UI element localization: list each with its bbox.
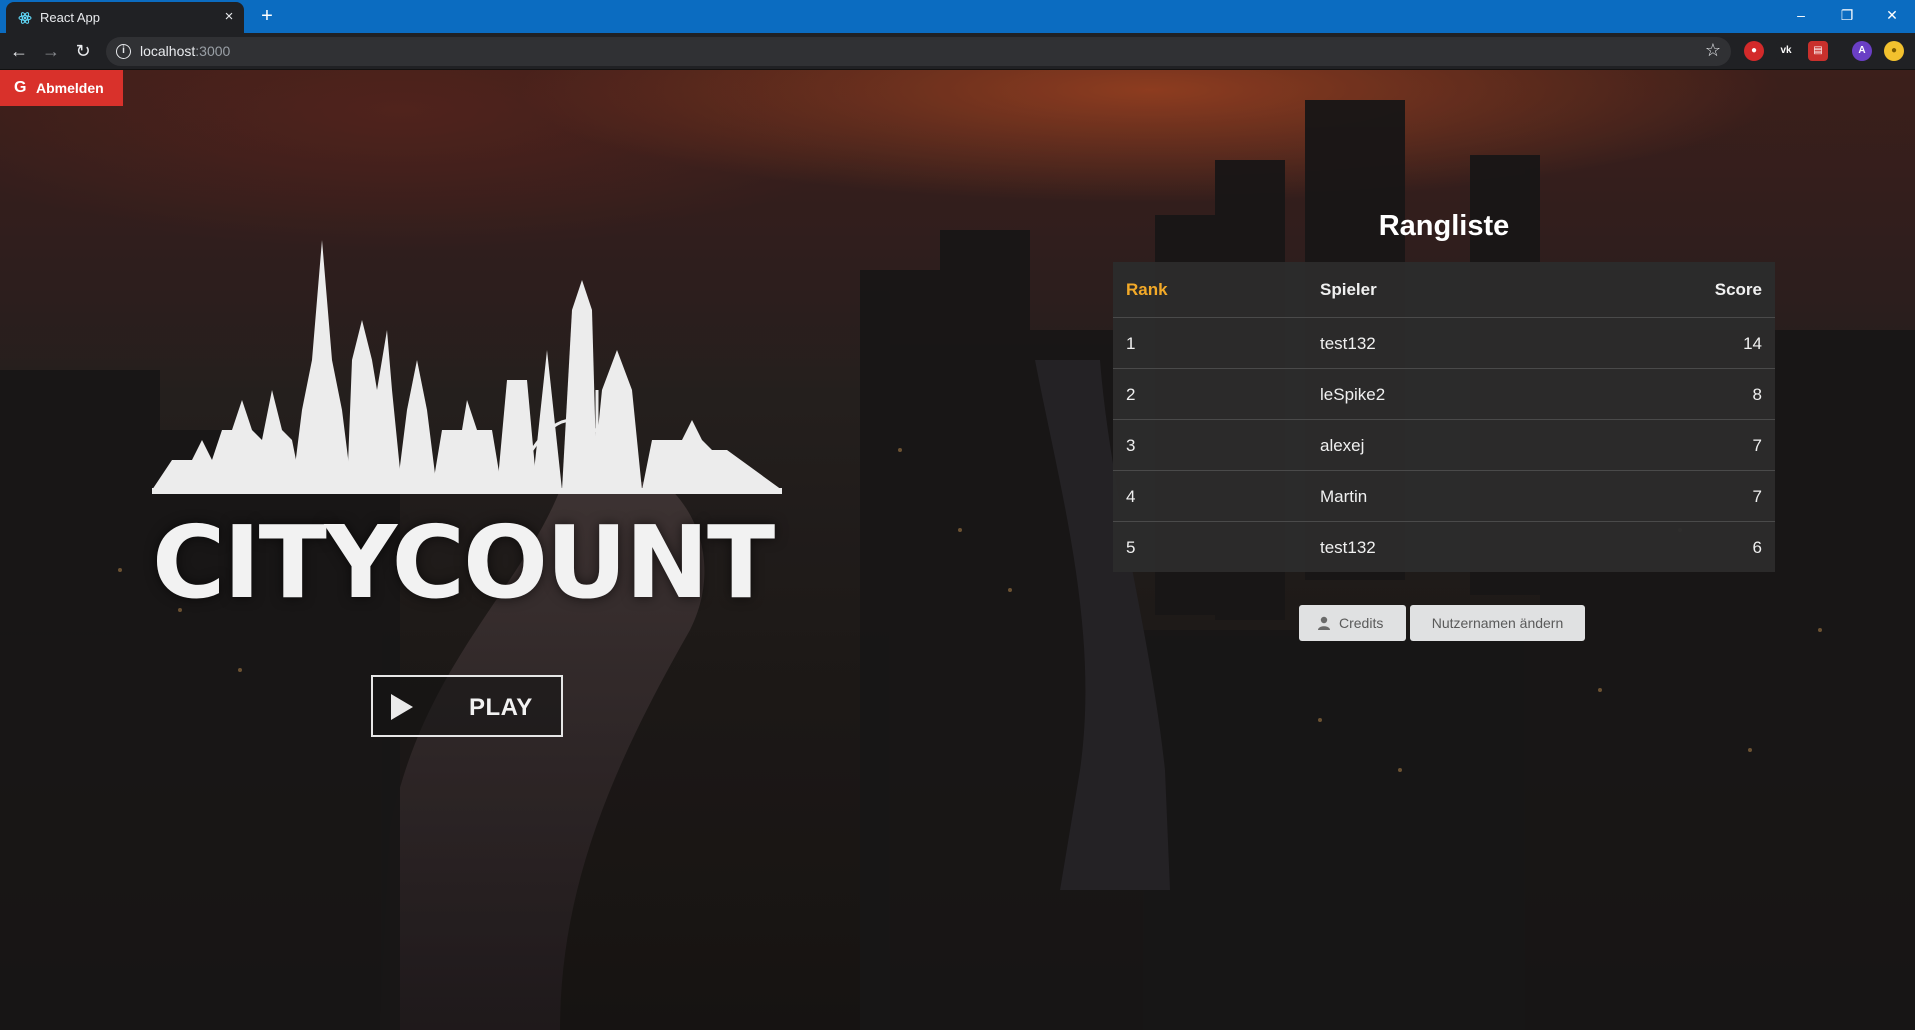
change-username-button[interactable]: Nutzernamen ändern (1410, 605, 1585, 641)
logout-button[interactable]: G Abmelden (0, 70, 123, 106)
browser-tab[interactable]: React App × (6, 2, 244, 33)
score-cell: 14 (1743, 334, 1762, 353)
react-icon (18, 12, 32, 24)
table-row: 3 alexej 7 (1113, 419, 1775, 470)
score-cell: 6 (1752, 538, 1762, 557)
forward-arrow-icon[interactable]: → (40, 40, 62, 62)
minimize-button[interactable]: – (1778, 3, 1824, 27)
url-port: :3000 (195, 43, 231, 59)
score-cell: 7 (1752, 436, 1762, 455)
player-cell: test132 (1320, 334, 1376, 353)
back-arrow-icon[interactable]: ← (8, 40, 30, 62)
rank-cell: 3 (1126, 436, 1136, 455)
player-cell: alexej (1320, 436, 1365, 455)
url-host: localhost (140, 43, 196, 59)
table-row: 2 leSpike2 8 (1113, 368, 1775, 419)
google-icon: G (14, 79, 27, 96)
change-username-label: Nutzernamen ändern (1431, 615, 1564, 631)
pdf-icon[interactable]: ▤ (1808, 41, 1828, 61)
rank-cell: 2 (1126, 385, 1136, 404)
play-label: PLAY (469, 694, 533, 721)
citycount-logo: CITYCOUNT (152, 240, 782, 621)
tab-close-icon[interactable]: × (220, 8, 238, 26)
credits-label: Credits (1339, 615, 1384, 631)
credits-button[interactable]: Credits (1299, 605, 1406, 641)
restore-button[interactable]: ❐ (1824, 3, 1870, 27)
rank-cell: 5 (1126, 538, 1136, 557)
player-cell: leSpike2 (1320, 385, 1386, 404)
info-icon[interactable]: i (116, 44, 131, 59)
tab-title: React App (40, 10, 100, 25)
rank-cell: 4 (1126, 487, 1136, 506)
score-cell: 8 (1752, 385, 1762, 404)
score-cell: 7 (1752, 487, 1762, 506)
browser-toolbar: ← → ↻ i localhost:3000 ☆ ● vk ▤ A ● (0, 33, 1915, 70)
browser-titlebar: React App × + – ❐ ✕ (0, 0, 1915, 33)
table-header-row: Rank Spieler Score (1113, 262, 1775, 317)
table-row: 4 Martin 7 (1113, 470, 1775, 521)
new-tab-button[interactable]: + (256, 5, 278, 27)
profile-avatar[interactable]: A (1852, 41, 1872, 61)
logout-label: Abmelden (36, 80, 104, 96)
player-cell: Martin (1320, 487, 1368, 506)
address-bar[interactable]: i localhost:3000 ☆ (106, 37, 1731, 66)
header-rank: Rank (1126, 280, 1168, 299)
table-row: 5 test132 6 (1113, 521, 1775, 572)
play-icon (391, 694, 413, 720)
skyline-logo-icon (152, 240, 782, 494)
header-player: Spieler (1320, 280, 1377, 299)
play-button[interactable]: PLAY (371, 675, 563, 737)
leaderboard-table: Rank Spieler Score 1 test132 14 2 leSpik… (1113, 262, 1775, 572)
logo-wordmark: CITYCOUNT (152, 504, 775, 621)
player-cell: test132 (1320, 538, 1376, 557)
close-window-button[interactable]: ✕ (1869, 3, 1915, 27)
extension-red-icon[interactable]: ● (1744, 41, 1764, 61)
vk-icon[interactable]: vk (1776, 41, 1796, 61)
reload-icon[interactable]: ↻ (72, 40, 94, 62)
page-viewport: G Abmelden CITYCOUNT PLAY Rangliste Rank… (0, 70, 1915, 1030)
user-icon (1318, 616, 1330, 630)
coin-icon[interactable]: ● (1884, 41, 1904, 61)
url-text: localhost:3000 (140, 43, 230, 59)
rank-cell: 1 (1126, 334, 1136, 353)
bookmark-star-icon[interactable]: ☆ (1705, 40, 1721, 61)
leaderboard-title: Rangliste (1378, 210, 1510, 242)
table-row: 1 test132 14 (1113, 317, 1775, 368)
header-score: Score (1714, 280, 1762, 299)
